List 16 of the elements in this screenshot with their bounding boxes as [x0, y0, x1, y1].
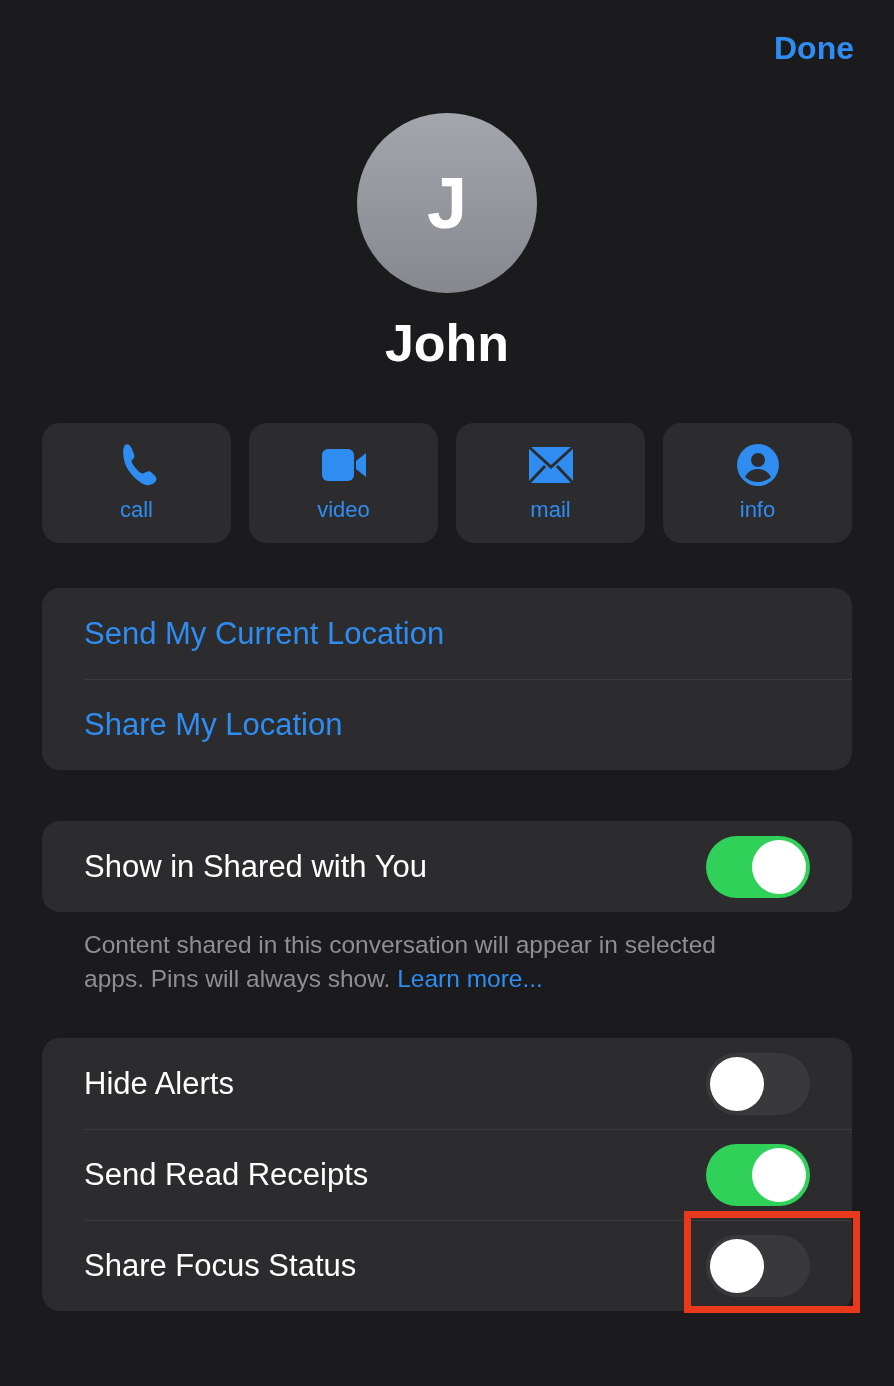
action-button[interactable]: info	[663, 423, 852, 543]
setting-label: Send Read Receipts	[84, 1157, 369, 1193]
contact-name: John	[384, 313, 510, 373]
person-icon	[735, 443, 780, 487]
action-button[interactable]: mail	[456, 423, 645, 543]
done-button[interactable]: Done	[774, 30, 854, 67]
location-link[interactable]: Share My Location	[84, 707, 343, 743]
learn-more-link[interactable]: Learn more...	[397, 965, 543, 992]
action-button[interactable]: call	[42, 423, 231, 543]
setting-label: Share Focus Status	[84, 1248, 357, 1284]
setting-label: Show in Shared with You	[84, 848, 427, 885]
contact-avatar: J	[357, 113, 537, 293]
footer-note: Content shared in this conversation will appear in selected apps. Pins will always show. Learn more...	[84, 930, 717, 994]
setting-label: Hide Alerts	[84, 1065, 234, 1102]
location-link[interactable]: Send My Current Location	[84, 615, 445, 652]
action-button[interactable]: video	[249, 423, 438, 543]
